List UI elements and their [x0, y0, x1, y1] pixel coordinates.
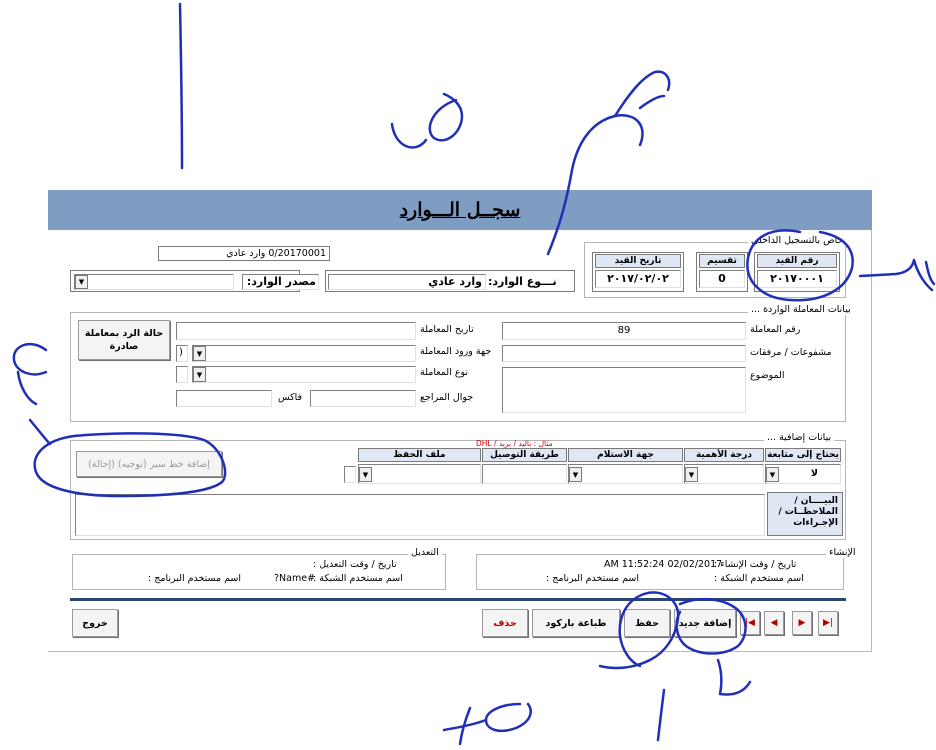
ink-stroke [178, 2, 184, 170]
ink-stroke [675, 598, 747, 655]
handwritten-annotations [12, 2, 936, 746]
ink-stroke [638, 94, 666, 110]
ink-stroke [442, 702, 532, 746]
ink-stroke [12, 342, 48, 406]
ink-stroke [716, 658, 752, 696]
ink-stroke [546, 114, 644, 256]
ink-stroke [428, 92, 464, 142]
ink-stroke [28, 418, 52, 446]
ink-stroke [858, 258, 936, 292]
ink-stroke [613, 70, 671, 118]
ink-stroke [746, 229, 854, 302]
ink-stroke [390, 122, 428, 149]
ink-stroke [598, 591, 680, 670]
ink-stroke [33, 432, 227, 498]
ink-stroke [656, 688, 666, 742]
screenshot-canvas: سجــل الـــوارد 0/20170001 وارد عادي ▼ م… [0, 0, 936, 750]
